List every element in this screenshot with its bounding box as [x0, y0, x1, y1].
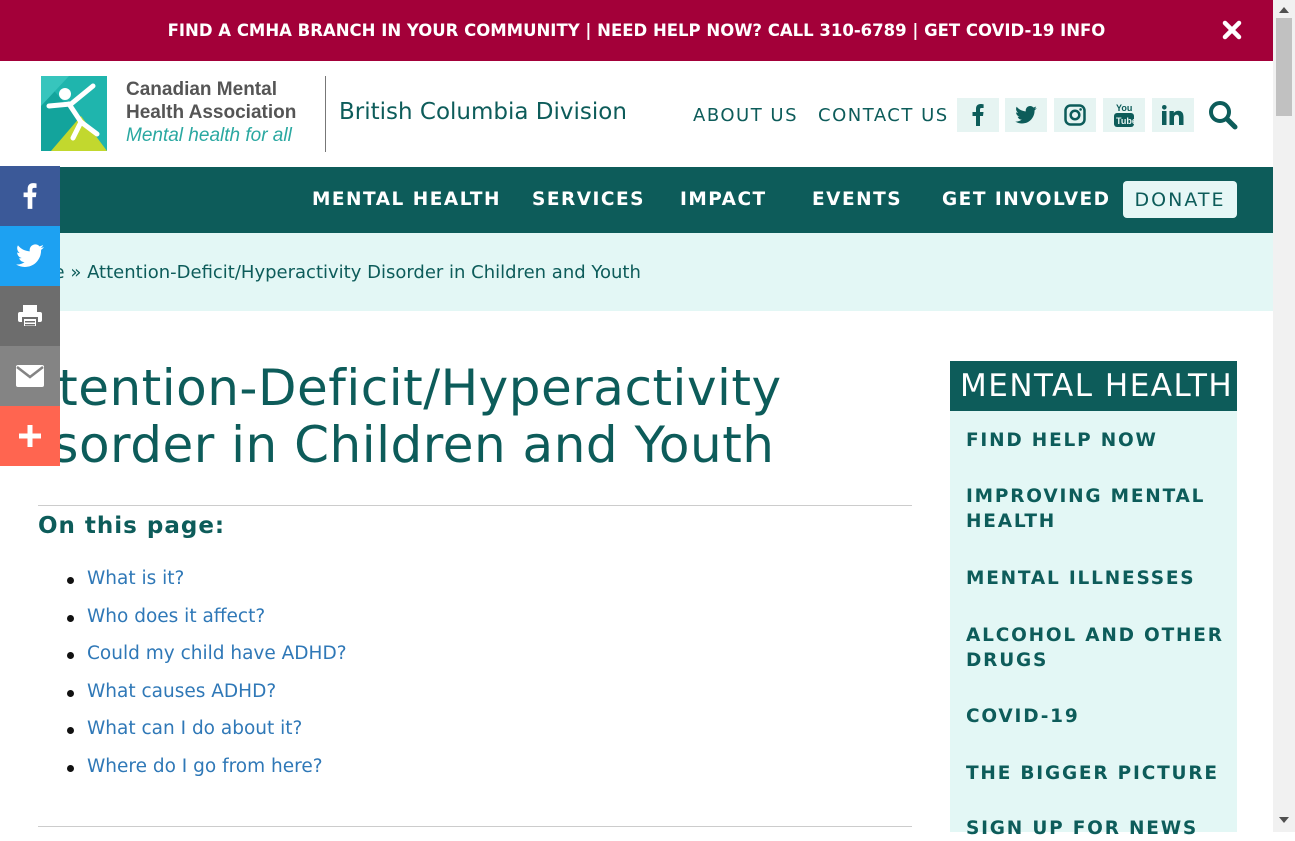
- list-item: What causes ADHD?: [67, 681, 347, 719]
- nav-get-involved[interactable]: GET INVOLVED: [942, 189, 1111, 210]
- share-email-icon[interactable]: [0, 346, 60, 406]
- scrollbar-thumb[interactable]: [1276, 18, 1292, 116]
- list-item: Could my child have ADHD?: [67, 643, 347, 681]
- linkedin-icon[interactable]: [1152, 98, 1194, 132]
- sidebar-item-covid-19[interactable]: COVID-19: [966, 704, 1226, 729]
- sidebar-item-sign-up-for-news[interactable]: SIGN UP FOR NEWS: [966, 816, 1226, 841]
- share-facebook-icon[interactable]: [0, 166, 60, 226]
- share-print-icon[interactable]: [0, 286, 60, 346]
- search-icon[interactable]: [1207, 99, 1239, 131]
- divider: [38, 826, 912, 827]
- donate-button[interactable]: DONATE: [1123, 181, 1237, 218]
- toc-link-could-my-child-have-adhd[interactable]: Could my child have ADHD?: [87, 643, 347, 664]
- scroll-up-arrow-icon[interactable]: [1278, 5, 1290, 15]
- twitter-icon[interactable]: [1005, 98, 1047, 132]
- cmha-logo-icon[interactable]: [41, 76, 107, 151]
- list-item: Who does it affect?: [67, 606, 347, 644]
- division-name[interactable]: British Columbia Division: [339, 99, 627, 125]
- toc-link-what-causes-adhd[interactable]: What causes ADHD?: [87, 681, 276, 702]
- scrollbar[interactable]: [1273, 0, 1295, 832]
- sidebar-item-mental-illnesses[interactable]: MENTAL ILLNESSES: [966, 566, 1226, 591]
- nav-events[interactable]: EVENTS: [812, 189, 902, 210]
- toc-link-where-do-i-go[interactable]: Where do I go from here?: [87, 756, 323, 777]
- logo-text[interactable]: Canadian Mental Health Association Menta…: [126, 78, 296, 147]
- close-icon[interactable]: [1221, 18, 1243, 42]
- header-divider: [325, 76, 326, 152]
- contact-us-link[interactable]: CONTACT US: [818, 105, 949, 126]
- nav-services[interactable]: SERVICES: [532, 189, 645, 210]
- list-item: What is it?: [67, 568, 347, 606]
- toc-link-who-does-it-affect[interactable]: Who does it affect?: [87, 606, 265, 627]
- sidebar-item-improving-mental-health[interactable]: IMPROVING MENTAL HEALTH: [966, 484, 1226, 534]
- logo-tagline: Mental health for all: [126, 125, 292, 146]
- share-more-icon[interactable]: [0, 406, 60, 466]
- about-us-link[interactable]: ABOUT US: [693, 105, 798, 126]
- youtube-icon[interactable]: You Tube: [1103, 98, 1145, 132]
- sidebar-item-find-help-now[interactable]: FIND HELP NOW: [966, 428, 1226, 453]
- table-of-contents: What is it? Who does it affect? Could my…: [67, 568, 347, 794]
- breadcrumb-text[interactable]: me » Attention-Deficit/Hyperactivity Dis…: [36, 262, 641, 283]
- scroll-down-arrow-icon[interactable]: [1278, 815, 1290, 825]
- nav-mental-health[interactable]: MENTAL HEALTH: [312, 189, 501, 210]
- list-item: What can I do about it?: [67, 718, 347, 756]
- top-links: ABOUT US CONTACT US: [693, 105, 949, 126]
- sidebar-item-alcohol-and-other-drugs[interactable]: ALCOHOL AND OTHER DRUGS: [966, 623, 1226, 673]
- logo-line-1: Canadian Mental: [126, 79, 277, 100]
- svg-text:Tube: Tube: [1116, 116, 1135, 126]
- divider: [38, 505, 912, 506]
- toc-link-what-is-it[interactable]: What is it?: [87, 568, 184, 589]
- svg-text:You: You: [1116, 103, 1132, 113]
- page-title-line-2: isorder in Children and Youth: [38, 416, 775, 474]
- toc-link-what-can-i-do[interactable]: What can I do about it?: [87, 718, 302, 739]
- logo-line-2: Health Association: [126, 102, 297, 123]
- alert-text[interactable]: FIND A CMHA BRANCH IN YOUR COMMUNITY | N…: [168, 21, 1106, 40]
- sidebar-heading: MENTAL HEALTH: [950, 361, 1237, 411]
- instagram-icon[interactable]: [1054, 98, 1096, 132]
- nav-impact[interactable]: IMPACT: [680, 189, 767, 210]
- list-item: Where do I go from here?: [67, 756, 347, 794]
- share-twitter-icon[interactable]: [0, 226, 60, 286]
- page-title: ttention-Deficit/Hyperactivity isorder in…: [38, 360, 798, 474]
- page-title-line-1: ttention-Deficit/Hyperactivity: [38, 359, 782, 417]
- facebook-icon[interactable]: [957, 98, 999, 132]
- alert-bar: FIND A CMHA BRANCH IN YOUR COMMUNITY | N…: [0, 0, 1273, 61]
- toc-heading: On this page:: [38, 513, 226, 539]
- sidebar-item-the-bigger-picture[interactable]: THE BIGGER PICTURE: [966, 761, 1226, 786]
